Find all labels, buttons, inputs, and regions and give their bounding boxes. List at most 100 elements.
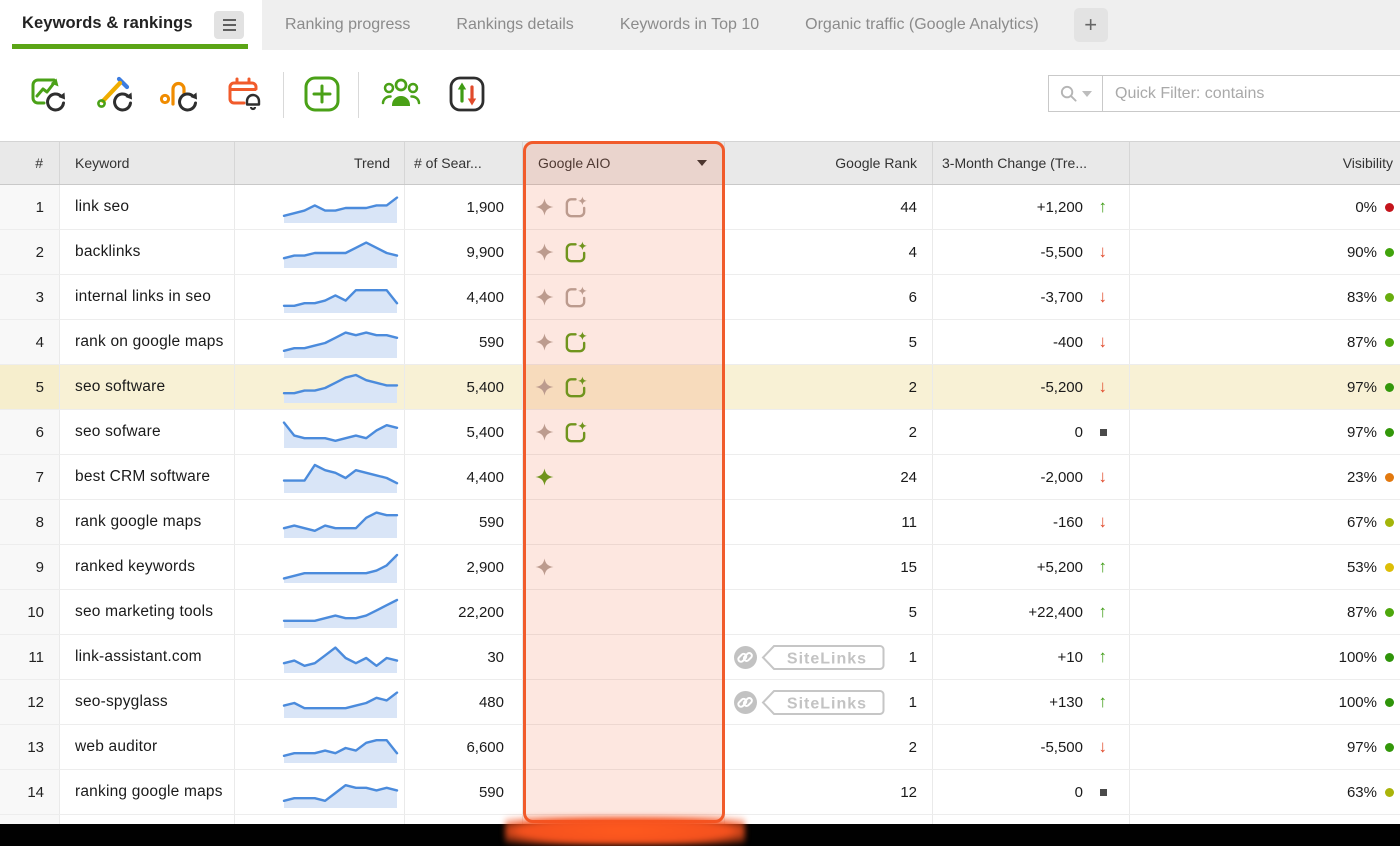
tab-keywords-in-top-10[interactable]: Keywords in Top 10 [597,16,782,34]
change-direction-icon: ↑ [1098,647,1108,666]
trend-cell [235,320,405,364]
google-aio-label: Google AIO [538,155,611,171]
column-header-change[interactable]: 3-Month Change (Tre... [933,142,1130,184]
column-header-google-rank[interactable]: Google Rank [725,142,933,184]
aio-star-icon [535,377,554,396]
visibility-dot [1385,472,1394,482]
visibility-cell [1130,815,1400,824]
visibility-cell: 87% [1130,320,1400,364]
tab-ranking-progress[interactable]: Ranking progress [262,16,433,34]
google-aio-cell [523,590,725,634]
keyword-cell: best CRM software [60,455,235,499]
scheduler-alarm-icon[interactable] [225,74,265,114]
table-row[interactable]: 9 ranked keywords 2,900 15 +5,200 ↑ 53% [0,545,1400,590]
google-rank-cell: 15 [725,545,933,589]
tab-organic-traffic[interactable]: Organic traffic (Google Analytics) [782,16,1062,34]
table-row[interactable]: 6 seo sofware 5,400 2 0 97% [0,410,1400,455]
aio-star-icon [535,287,554,306]
aio-open-icon[interactable] [563,240,588,265]
visibility-dot [1385,787,1394,797]
google-rank-cell: 44 [725,185,933,229]
change-cell: -5,500 ↓ [933,725,1130,769]
aio-open-icon[interactable] [563,375,588,400]
competitors-icon[interactable] [381,74,421,114]
table-row[interactable]: 1 link seo 1,900 44 +1,200 ↑ 0% [0,185,1400,230]
trend-sparkline [282,598,399,628]
row-number: 3 [0,275,60,319]
table-row[interactable]: 5 seo software 5,400 2 -5,200 ↓ 97% [0,365,1400,410]
google-aio-cell [523,680,725,724]
visibility-cell: 97% [1130,410,1400,454]
google-aio-cell [523,230,725,274]
visibility-dot [1385,247,1394,257]
visibility-cell: 53% [1130,545,1400,589]
visibility-cell: 23% [1130,455,1400,499]
table-row[interactable]: 2 backlinks 9,900 4 -5,500 ↓ 90% [0,230,1400,275]
table-row[interactable]: 13 web auditor 6,600 2 -5,500 ↓ 97% [0,725,1400,770]
google-aio-cell [523,185,725,229]
visibility-cell: 97% [1130,725,1400,769]
table-row[interactable]: 4 rank on google maps 590 5 -400 ↓ 87% [0,320,1400,365]
workspace-menu-icon[interactable] [214,11,244,39]
column-dropdown-icon[interactable] [697,160,707,166]
change-cell: +10 ↑ [933,635,1130,679]
google-rank-cell: 4 [725,230,933,274]
keyword-cell: rank google maps [60,500,235,544]
table-row[interactable]: 14 ranking google maps 590 12 0 63% [0,770,1400,815]
table-row[interactable]: 11 link-assistant.com 30 SiteLinks 1 +10… [0,635,1400,680]
table-row[interactable]: 12 seo-spyglass 480 SiteLinks 1 +130 ↑ 1… [0,680,1400,725]
searches-cell: 590 [405,320,523,364]
row-number: 9 [0,545,60,589]
column-header-keyword[interactable]: Keyword [60,142,235,184]
tab-rankings-details[interactable]: Rankings details [433,16,596,34]
chevron-down-icon [1082,90,1092,97]
row-number: 1 [0,185,60,229]
tab-keywords-rankings[interactable]: Keywords & rankings [0,0,262,50]
quick-filter [1048,75,1400,112]
serp-analysis-refresh-icon[interactable] [94,74,134,114]
import-export-icon[interactable] [447,74,487,114]
searches-cell: 22,200 [405,590,523,634]
sitelinks-badge: SiteLinks [732,687,888,722]
change-direction-icon [1086,789,1107,796]
table-row-partial[interactable] [0,815,1400,824]
google-rank-cell: 12 [725,770,933,814]
add-keywords-icon[interactable] [302,74,342,114]
table-row[interactable]: 3 internal links in seo 4,400 6 -3,700↓ [0,275,1400,320]
column-header-searches[interactable]: # of Sear... [405,142,523,184]
searches-cell: 6,600 [405,725,523,769]
table-row[interactable]: 7 best CRM software 4,400 24 -2,000 ↓ 23% [0,455,1400,500]
table-row[interactable]: 10 seo marketing tools 22,200 5 +22,400 ↑… [0,590,1400,635]
google-aio-cell [523,725,725,769]
visibility-cell: 100% [1130,635,1400,679]
trend-cell [235,410,405,454]
aio-open-icon[interactable] [563,285,588,310]
google-rank-cell: 2 [725,365,933,409]
check-rankings-refresh-icon[interactable] [27,74,67,114]
google-rank-cell: 5 [725,320,933,364]
row-number: 11 [0,635,60,679]
trend-sparkline [282,288,399,313]
aio-open-icon[interactable] [563,195,588,220]
visibility-dot [1385,382,1394,392]
column-header-visibility[interactable]: Visibility [1130,142,1400,184]
searches-cell: 4,400 [405,275,523,319]
table-row[interactable]: 8 rank google maps 590 11 -160 ↓ 67% [0,500,1400,545]
aio-open-icon[interactable] [563,330,588,355]
aio-open-icon[interactable] [563,420,588,445]
table-header: # Keyword Trend # of Sear... Google AIO … [0,141,1400,185]
search-volume-refresh-icon[interactable] [159,74,199,114]
quick-filter-input[interactable] [1103,76,1400,111]
keyword-cell: seo marketing tools [60,590,235,634]
row-number: 6 [0,410,60,454]
trend-cell [235,725,405,769]
row-number: 2 [0,230,60,274]
trend-cell [235,365,405,409]
google-rank-cell: 11 [725,500,933,544]
quick-filter-mode-dropdown[interactable] [1049,76,1103,111]
column-header-number[interactable]: # [0,142,60,184]
add-tab-button[interactable]: + [1073,8,1108,42]
column-header-trend[interactable]: Trend [235,142,405,184]
column-header-google-aio[interactable]: Google AIO [523,142,725,184]
visibility-dot [1385,292,1394,302]
